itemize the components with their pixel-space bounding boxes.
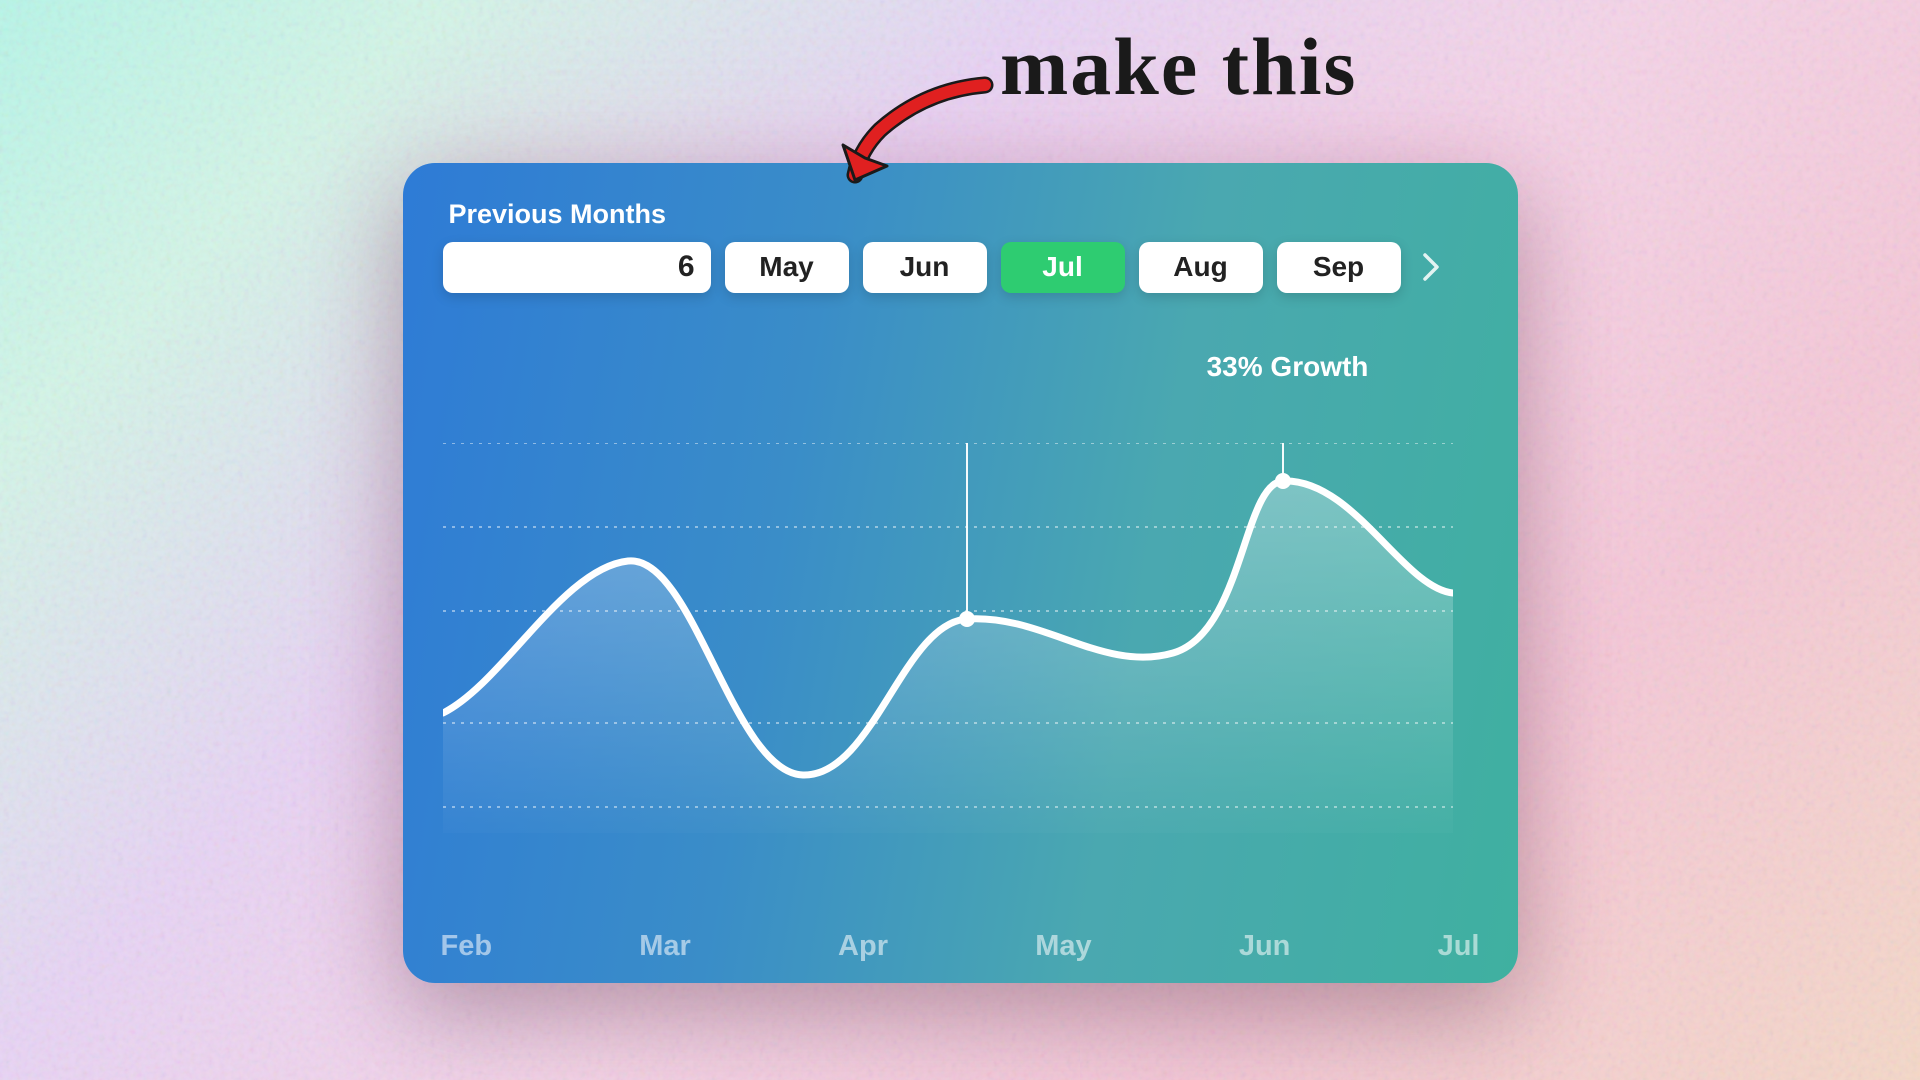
controls-row: May Jun Jul Aug Sep xyxy=(443,242,1478,293)
x-tick: Jul xyxy=(1438,930,1480,963)
x-tick: Mar xyxy=(639,930,691,963)
x-axis: Feb Mar Apr May Jun Jul xyxy=(443,930,1478,963)
growth-annotation-label: 33% Growth xyxy=(1133,351,1443,383)
previous-months-label: Previous Months xyxy=(449,199,1478,230)
next-month-button[interactable] xyxy=(1415,242,1447,293)
chart-card: Previous Months May Jun Jul Aug Sep 33% … xyxy=(403,163,1518,983)
month-button-jul[interactable]: Jul xyxy=(1001,242,1125,293)
x-tick: May xyxy=(1035,930,1091,963)
x-tick: Apr xyxy=(838,930,888,963)
area-fill xyxy=(443,480,1453,832)
months-count-input[interactable] xyxy=(443,242,711,293)
data-point-marker xyxy=(1275,473,1291,489)
handwriting-annotation: make this xyxy=(1000,20,1357,114)
month-button-sep[interactable]: Sep xyxy=(1277,242,1401,293)
month-button-aug[interactable]: Aug xyxy=(1139,242,1263,293)
data-point-marker xyxy=(959,611,975,627)
chevron-right-icon xyxy=(1422,252,1440,282)
area-chart xyxy=(443,443,1453,833)
month-button-may[interactable]: May xyxy=(725,242,849,293)
month-button-jun[interactable]: Jun xyxy=(863,242,987,293)
arrow-annotation-icon xyxy=(835,70,1005,200)
x-tick: Feb xyxy=(441,930,493,963)
x-tick: Jun xyxy=(1239,930,1291,963)
